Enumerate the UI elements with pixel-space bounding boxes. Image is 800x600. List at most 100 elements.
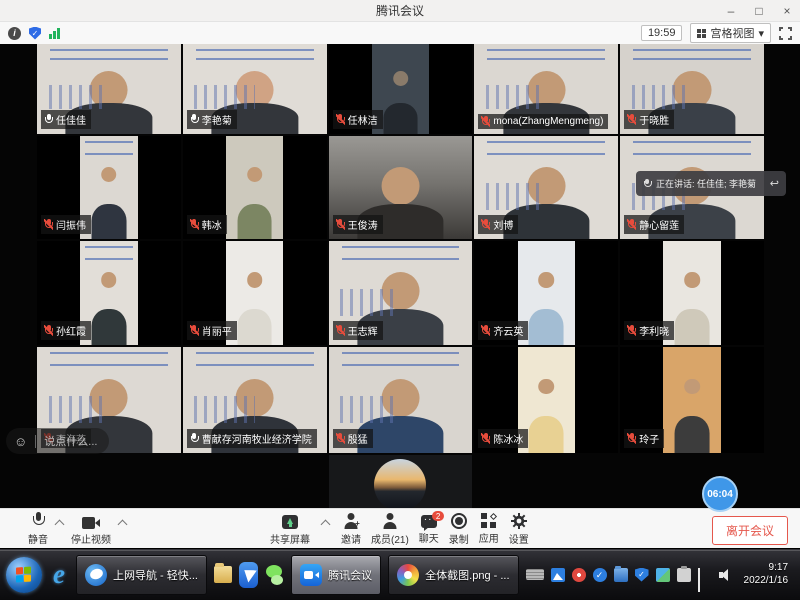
- participant-tile[interactable]: 李艳菊: [183, 44, 327, 134]
- participant-name: 王志辉: [348, 323, 378, 338]
- app-tray-icon[interactable]: [656, 568, 670, 582]
- participant-tile[interactable]: 齐云英: [474, 241, 618, 345]
- share-options-chevron[interactable]: [321, 520, 331, 530]
- emoji-icon[interactable]: ☺: [14, 434, 27, 449]
- active-speaker-banner[interactable]: 正在讲话: 任佳佳; 李艳菊 ↩: [636, 171, 786, 196]
- photos-tray-icon[interactable]: [551, 568, 565, 582]
- participant-tile[interactable]: 孙红霞: [37, 241, 181, 345]
- record-button[interactable]: 录制: [449, 509, 469, 549]
- grid-view-label: 宫格视图: [710, 25, 754, 41]
- mute-button[interactable]: 静音: [28, 509, 48, 549]
- shield-tray-icon[interactable]: ✓: [635, 568, 649, 582]
- close-button[interactable]: ×: [780, 4, 794, 18]
- participant-tile[interactable]: 刘博: [474, 136, 618, 239]
- share-screen-icon: [282, 515, 298, 529]
- participant-name: 陈冰冰: [493, 431, 523, 446]
- start-button[interactable]: [6, 557, 42, 593]
- minimize-button[interactable]: –: [724, 4, 738, 18]
- participant-tile-partial[interactable]: [329, 455, 473, 508]
- poster-banner: [342, 246, 460, 260]
- stop-video-button[interactable]: 停止视频: [71, 509, 111, 549]
- participant-tile[interactable]: 玲子: [620, 347, 764, 453]
- flower-tray-icon[interactable]: [572, 568, 586, 582]
- participant-tile[interactable]: 殷猛: [329, 347, 473, 453]
- apps-icon: [481, 513, 496, 528]
- keyboard-tray-icon[interactable]: [526, 569, 544, 580]
- participant-tile[interactable]: 任佳佳: [37, 44, 181, 134]
- clock-date: 2022/1/16: [744, 575, 789, 588]
- file-explorer-icon[interactable]: [214, 566, 232, 583]
- video-options-chevron[interactable]: [118, 520, 128, 530]
- participant-tile[interactable]: 闫振伟: [37, 136, 181, 239]
- participant-tile[interactable]: 任林洁: [329, 44, 473, 134]
- person-silhouette: [235, 167, 275, 239]
- taskbar-image-task[interactable]: 全体截图.png - ...: [388, 555, 518, 595]
- network-signal-icon[interactable]: [49, 27, 60, 39]
- folder2-tray-icon[interactable]: [614, 568, 628, 582]
- camera-icon: [82, 517, 100, 529]
- mic-status-icon: [481, 433, 490, 444]
- fullscreen-icon[interactable]: [779, 27, 792, 40]
- leave-meeting-button[interactable]: 离开会议: [712, 516, 788, 545]
- taskbar-meeting-task[interactable]: 腾讯会议: [291, 555, 381, 595]
- meeting-clock: 19:59: [641, 25, 683, 41]
- avatar: [374, 459, 426, 511]
- participant-nametag: 肖丽平: [187, 321, 237, 340]
- record-icon: [451, 513, 467, 529]
- participant-tile[interactable]: 于晓胜: [620, 44, 764, 134]
- mic-status-icon: [336, 325, 345, 336]
- mic-status-icon: [627, 433, 636, 444]
- settings-button[interactable]: 设置: [509, 509, 529, 549]
- settings-label: 设置: [509, 531, 529, 546]
- participant-name: 曹献存河南牧业经济学院: [202, 431, 312, 446]
- clipboard-tray-icon[interactable]: [677, 568, 691, 582]
- taskbar-browser-task[interactable]: 上网导航 - 轻快...: [76, 555, 207, 595]
- quick-chat-input[interactable]: ☺ 说点什么...: [6, 428, 109, 454]
- mic-status-icon: [627, 114, 636, 125]
- participant-tile[interactable]: mona(ZhangMengmeng): [474, 44, 618, 134]
- poster-banner: [85, 141, 132, 154]
- xunlei-icon[interactable]: [239, 562, 258, 588]
- participant-nametag: 王俊涛: [333, 215, 383, 234]
- sync-tray-icon[interactable]: ✓: [593, 568, 607, 582]
- members-button[interactable]: 成员(21): [371, 509, 409, 549]
- nav-browser-icon: [85, 564, 107, 586]
- poster-banner: [487, 49, 605, 61]
- wechat-icon[interactable]: [265, 562, 284, 588]
- participant-tile[interactable]: 李利晓: [620, 241, 764, 345]
- participant-name: 任佳佳: [56, 112, 86, 127]
- mic-status-icon: [44, 114, 53, 125]
- internet-explorer-icon[interactable]: e: [49, 559, 69, 590]
- participant-tile[interactable]: 王俊涛: [329, 136, 473, 239]
- poster-banner: [196, 49, 314, 61]
- chat-button[interactable]: 2 聊天: [419, 509, 439, 549]
- volume-tray-icon[interactable]: [719, 568, 733, 582]
- taskbar-clock[interactable]: 9:17 2022/1/16: [744, 562, 789, 587]
- grid-view-button[interactable]: 宫格视图 ▾: [690, 23, 771, 43]
- participant-tile[interactable]: 韩冰: [183, 136, 327, 239]
- participant-tile[interactable]: 王志辉: [329, 241, 473, 345]
- participant-tile[interactable]: 陈冰冰: [474, 347, 618, 453]
- share-screen-button[interactable]: 共享屏幕: [270, 509, 310, 549]
- maximize-button[interactable]: □: [752, 4, 766, 18]
- meeting-security-shield-icon[interactable]: ✓: [29, 27, 41, 40]
- participant-video: [663, 347, 721, 453]
- mic-options-chevron[interactable]: [55, 520, 65, 530]
- invite-button[interactable]: + 邀请: [341, 509, 361, 549]
- apps-button[interactable]: 应用: [479, 509, 499, 549]
- participant-nametag: 闫振伟: [41, 215, 91, 234]
- meeting-info-icon[interactable]: i: [8, 27, 21, 40]
- participant-tile[interactable]: 肖丽平: [183, 241, 327, 345]
- divider: [35, 435, 36, 448]
- meeting-duration-timer[interactable]: 06:04: [702, 476, 738, 512]
- window-titlebar[interactable]: 腾讯会议 – □ ×: [0, 0, 800, 22]
- signal-tray-icon[interactable]: [698, 568, 712, 582]
- participant-tile[interactable]: 曹献存河南牧业经济学院: [183, 347, 327, 453]
- reply-arrow-icon[interactable]: ↩: [770, 177, 779, 190]
- person-silhouette: [380, 71, 420, 134]
- windows-logo-icon: [16, 566, 32, 583]
- participant-nametag: 殷猛: [333, 429, 373, 448]
- mic-status-icon: [44, 219, 53, 230]
- person-silhouette: [526, 379, 566, 453]
- gear-icon: [511, 513, 527, 529]
